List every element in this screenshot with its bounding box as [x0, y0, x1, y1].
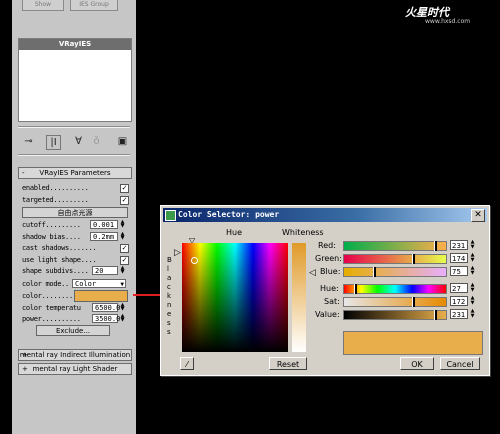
- whiteness-slider[interactable]: [292, 243, 306, 352]
- rollout-title: mental ray Light Shader: [32, 365, 118, 373]
- shape-subdivs-spinner[interactable]: ▲ ▼: [120, 266, 125, 275]
- show-button[interactable]: Show: [22, 0, 64, 11]
- green-spinner[interactable]: ▲ ▼: [470, 253, 475, 263]
- hue-spinner[interactable]: ▲ ▼: [470, 283, 475, 293]
- cancel-button[interactable]: Cancel: [440, 357, 480, 370]
- pin-stack-icon[interactable]: ⊸: [22, 135, 35, 148]
- power-input[interactable]: 3500.0: [92, 314, 120, 323]
- color-temperature-spinner[interactable]: ▲ ▼: [120, 303, 125, 312]
- color-swatch[interactable]: [74, 290, 128, 302]
- red-input[interactable]: 231: [450, 240, 468, 250]
- blue-slider[interactable]: [343, 267, 447, 277]
- use-light-shape-checkbox[interactable]: ✓: [120, 256, 129, 265]
- close-icon[interactable]: ✕: [471, 209, 485, 222]
- blue-spinner[interactable]: ▲ ▼: [470, 266, 475, 276]
- color-selector-dialog: Color Selector: power ✕ Hue Whiteness B …: [160, 205, 490, 376]
- cast-shadows-label: cast shadows.......: [22, 244, 97, 252]
- shadow-bias-spinner[interactable]: ▲ ▼: [120, 232, 125, 241]
- sat-spinner[interactable]: ▲ ▼: [470, 296, 475, 306]
- dialog-titlebar[interactable]: Color Selector: power ✕: [163, 208, 487, 222]
- object-list[interactable]: VRayIES: [18, 38, 132, 122]
- expand-icon: +: [22, 351, 28, 359]
- blackness-pointer-icon[interactable]: ▷: [174, 248, 181, 258]
- value-spinner[interactable]: ▲ ▼: [470, 309, 475, 319]
- sat-slider[interactable]: [343, 297, 447, 307]
- green-slider[interactable]: [343, 254, 447, 264]
- slider-thumb[interactable]: [354, 284, 357, 294]
- targeted-label: targeted.........: [22, 196, 89, 204]
- hue-slider[interactable]: [343, 284, 447, 294]
- enabled-label: enabled..........: [22, 184, 89, 192]
- targeted-checkbox[interactable]: ✓: [120, 196, 129, 205]
- remove-modifier-icon[interactable]: ǒ: [90, 135, 103, 148]
- app-icon: [165, 210, 176, 221]
- cutoff-spinner[interactable]: ▲ ▼: [120, 220, 125, 229]
- blue-label: Blue:: [320, 267, 341, 276]
- power-spinner[interactable]: ▲ ▼: [120, 314, 125, 323]
- dialog-title: Color Selector: power: [178, 210, 280, 219]
- rollout-mental-ray-indirect[interactable]: + mental ray Indirect Illumination: [18, 349, 132, 361]
- rollout-mental-ray-light-shader[interactable]: + mental ray Light Shader: [18, 363, 132, 375]
- exclude-button[interactable]: Exclude...: [36, 325, 110, 336]
- color-mode-dropdown[interactable]: Color ▼: [72, 279, 126, 288]
- list-item-vrayies[interactable]: VRayIES: [19, 39, 131, 50]
- slider-thumb[interactable]: [434, 241, 437, 251]
- slider-thumb[interactable]: [434, 310, 437, 320]
- red-label: Red:: [318, 241, 336, 250]
- blackness-heading: B l a c k n e s s: [167, 256, 172, 336]
- slider-thumb[interactable]: [373, 267, 376, 277]
- expand-icon: +: [22, 365, 28, 373]
- cast-shadows-checkbox[interactable]: ✓: [120, 244, 129, 253]
- cutoff-input[interactable]: 0.001: [90, 220, 118, 229]
- ies-group-button[interactable]: IES Group: [70, 0, 118, 11]
- value-slider[interactable]: [343, 310, 447, 320]
- value-input[interactable]: 231: [450, 309, 468, 319]
- chevron-down-icon: ▼: [120, 281, 124, 288]
- red-spinner[interactable]: ▲ ▼: [470, 240, 475, 250]
- hue-blackness-picker[interactable]: [182, 243, 288, 352]
- color-mode-value: Color: [75, 280, 97, 288]
- custom-point-light-button[interactable]: 自由点光源: [22, 207, 128, 218]
- shape-subdivs-input[interactable]: 20: [92, 266, 118, 275]
- picker-cursor[interactable]: [191, 257, 198, 264]
- shadow-bias-input[interactable]: 0.2mm: [90, 232, 118, 241]
- configure-modifier-sets-icon[interactable]: ▣: [116, 135, 129, 148]
- eyedropper-icon[interactable]: ⁄: [180, 357, 194, 370]
- green-input[interactable]: 174: [450, 253, 468, 263]
- sat-label: Sat:: [324, 297, 340, 306]
- enabled-checkbox[interactable]: ✓: [120, 184, 129, 193]
- ok-button[interactable]: OK: [400, 357, 434, 370]
- make-unique-icon[interactable]: ∀: [72, 135, 85, 148]
- whiteness-heading: Whiteness: [282, 228, 324, 237]
- slider-thumb[interactable]: [412, 297, 415, 307]
- red-slider[interactable]: [343, 241, 447, 251]
- color-temperature-input[interactable]: 6500.0: [92, 303, 120, 312]
- reset-button[interactable]: Reset: [269, 357, 307, 370]
- hue-input[interactable]: 27: [450, 283, 468, 293]
- rollout-title: mental ray Indirect Illumination: [19, 351, 131, 359]
- divider: [18, 126, 130, 128]
- hue-label: Hue:: [320, 284, 339, 293]
- sat-input[interactable]: 172: [450, 296, 468, 306]
- rollout-vrayies-parameters[interactable]: - VRayIES Parameters: [18, 167, 132, 179]
- command-panel: Show IES Group VRayIES ⊸ |Ⅰ ∀ ǒ ▣ - VRay…: [12, 0, 136, 434]
- whiteness-pointer-icon[interactable]: ◁: [309, 268, 316, 278]
- current-color-swatch: [343, 331, 483, 355]
- blue-input[interactable]: 75: [450, 266, 468, 276]
- slider-thumb[interactable]: [412, 254, 415, 264]
- rollout-title: VRayIES Parameters: [39, 169, 111, 177]
- use-light-shape-label: use light shape....: [22, 256, 97, 264]
- green-label: Green:: [315, 254, 342, 263]
- value-label: Value:: [315, 310, 340, 319]
- site-url: www.hxsd.com: [425, 18, 471, 25]
- collapse-icon: -: [22, 169, 25, 177]
- hue-heading: Hue: [226, 228, 243, 237]
- show-end-result-icon[interactable]: |Ⅰ: [46, 135, 61, 150]
- divider: [18, 154, 130, 156]
